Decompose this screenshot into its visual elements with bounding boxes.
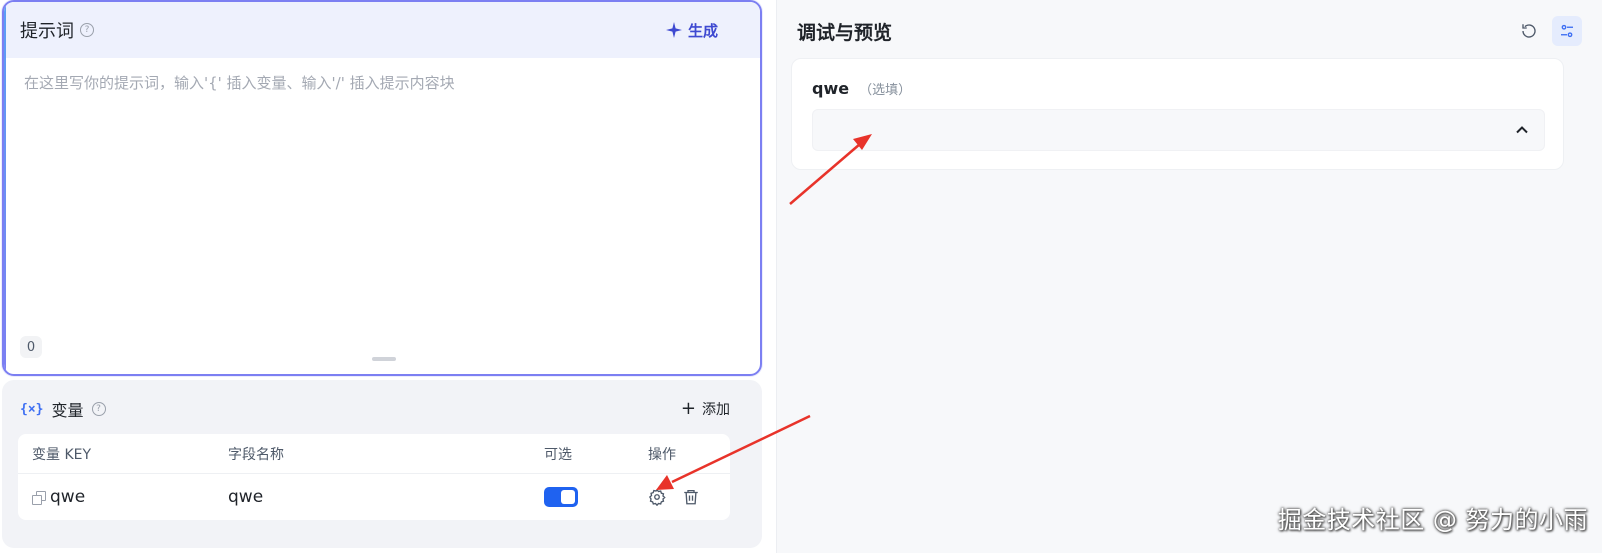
- column-header-optional: 可选: [544, 446, 572, 463]
- watermark: 掘金技术社区 @ 努力的小雨: [1277, 506, 1588, 534]
- trash-icon[interactable]: [682, 488, 700, 506]
- field-name: qwe: [812, 79, 850, 98]
- reset-button[interactable]: [1514, 16, 1544, 46]
- variables-title-group: {×} 变量 ?: [20, 397, 106, 421]
- refresh-icon: [1522, 24, 1536, 38]
- optional-toggle-cell: [544, 487, 578, 507]
- column-header-key: 变量 KEY: [32, 446, 92, 463]
- debug-header: 调试与预览: [777, 0, 1602, 62]
- prompt-title: 提示词: [20, 21, 74, 42]
- variables-header: {×} 变量 ? + 添加: [2, 380, 762, 438]
- copy-icon[interactable]: [32, 491, 46, 505]
- char-count-badge: 0: [20, 336, 42, 358]
- column-header-field-name: 字段名称: [228, 446, 284, 463]
- variable-field-name: qwe: [228, 487, 264, 507]
- generate-label: 生成: [687, 21, 718, 40]
- settings-panel-button[interactable]: [1552, 16, 1582, 46]
- resize-handle[interactable]: [372, 357, 396, 361]
- help-icon[interactable]: ?: [80, 23, 94, 37]
- column-header-actions: 操作: [648, 446, 676, 463]
- debug-header-actions: [1514, 16, 1582, 46]
- variable-braces-icon: {×}: [20, 401, 44, 417]
- generate-button[interactable]: 生成: [654, 14, 730, 47]
- add-variable-label: 添加: [702, 402, 730, 418]
- field-label: qwe （选填）: [812, 79, 911, 98]
- variable-key: qwe: [50, 487, 86, 507]
- help-icon[interactable]: ?: [91, 402, 106, 416]
- variables-table: 变量 KEY 字段名称 可选 操作 qwe qwe: [18, 434, 730, 520]
- row-actions: [648, 488, 700, 506]
- sliders-icon: [1561, 24, 1573, 38]
- table-row: qwe qwe: [18, 474, 730, 520]
- debug-preview-panel: 调试与预览 qwe （选填）: [776, 0, 1602, 553]
- sparkle-icon: [665, 22, 682, 38]
- table-header-row: 变量 KEY 字段名称 可选 操作: [18, 434, 730, 474]
- optional-toggle[interactable]: [544, 487, 578, 507]
- add-variable-button[interactable]: + 添加: [681, 399, 730, 419]
- gear-icon[interactable]: [648, 488, 666, 506]
- app-root: 提示词 ? 生成 在这里写你的提示词，输入'{' 插入变量、输入'/' 插入提示…: [0, 0, 1602, 553]
- toggle-knob: [561, 490, 575, 504]
- input-field-card: qwe （选填）: [791, 58, 1564, 170]
- variable-key-cell: qwe: [32, 487, 85, 507]
- variables-title: 变量: [51, 401, 84, 420]
- prompt-placeholder: 在这里写你的提示词，输入'{' 插入变量、输入'/' 插入提示内容块: [24, 74, 455, 92]
- prompt-header: 提示词 ? 生成: [4, 2, 760, 58]
- field-optional-hint: （选填）: [859, 83, 912, 98]
- debug-title: 调试与预览: [797, 21, 893, 44]
- variables-card: {×} 变量 ? + 添加 变量 KEY 字段名称 可选 操作 qwe qwe: [2, 380, 762, 548]
- field-select-input[interactable]: [812, 109, 1545, 151]
- prompt-title-group: 提示词 ?: [20, 17, 94, 43]
- prompt-textarea[interactable]: 在这里写你的提示词，输入'{' 插入变量、输入'/' 插入提示内容块: [4, 58, 760, 328]
- prompt-editor-card: 提示词 ? 生成 在这里写你的提示词，输入'{' 插入变量、输入'/' 插入提示…: [2, 0, 762, 376]
- plus-icon: +: [680, 398, 696, 419]
- chevron-up-icon: [1516, 126, 1528, 134]
